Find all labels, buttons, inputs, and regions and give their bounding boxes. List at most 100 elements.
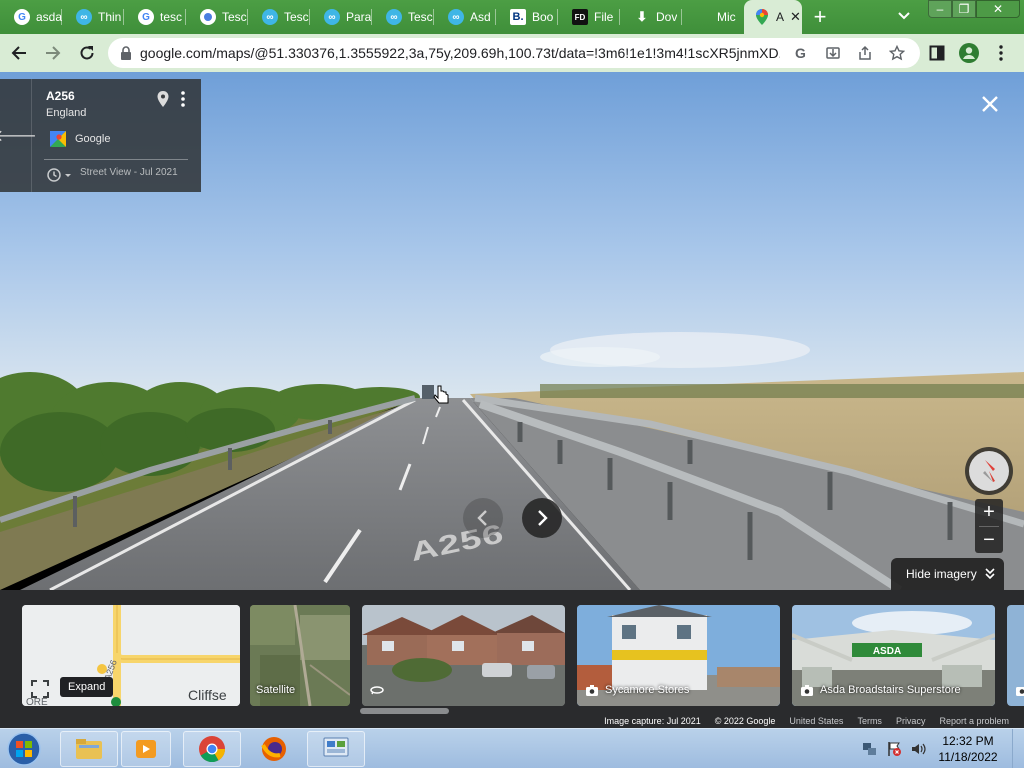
url-text: google.com/maps/@51.330376,1.3555922,3a,… — [140, 45, 780, 61]
install-icon[interactable] — [824, 44, 842, 62]
forward-button[interactable] — [38, 38, 68, 68]
asda-sign-text: ASDA — [873, 646, 901, 657]
reload-button[interactable] — [72, 38, 102, 68]
infinity-icon: ∞ — [76, 9, 92, 25]
bookmark-star-icon[interactable] — [888, 44, 906, 62]
tab-label: Para — [346, 10, 372, 24]
back-button[interactable] — [4, 38, 34, 68]
tab-label: Tesc — [222, 10, 247, 24]
hide-imagery-button[interactable]: Hide imagery — [891, 558, 1004, 590]
tab-6[interactable]: ∞ Para — [310, 0, 372, 34]
zoom-in-button[interactable]: + — [975, 499, 1003, 526]
tab-label: Tesc — [284, 10, 309, 24]
compass-button[interactable] — [965, 447, 1013, 495]
hide-imagery-label: Hide imagery — [906, 567, 977, 581]
satellite-label: Satellite — [256, 684, 296, 696]
new-tab-button[interactable]: + — [802, 0, 838, 34]
reload-icon — [80, 46, 94, 60]
camera-icon — [586, 685, 598, 696]
menu-kebab-icon[interactable] — [990, 42, 1012, 64]
back-arrow-icon: 🡐 — [0, 128, 37, 145]
chevron-right-icon — [538, 510, 548, 526]
location-pin-icon[interactable] — [156, 90, 170, 108]
sycamore-stores-thumbnail[interactable]: Sycamore Stores — [577, 605, 780, 706]
taskbar-firefox[interactable] — [245, 731, 303, 767]
map-town-label: Cliffse — [188, 687, 227, 703]
tab-8[interactable]: ∞ Asd — [434, 0, 496, 34]
windows-taskbar: 12:32 PM 11/18/2022 — [0, 728, 1024, 768]
tab-4[interactable]: Tesc — [186, 0, 248, 34]
tab-13-active[interactable]: A ✕ — [744, 0, 802, 34]
country-link[interactable]: United States — [789, 716, 843, 726]
tab-label: Mic — [717, 10, 736, 24]
maximize-button[interactable]: ❐ — [952, 0, 976, 18]
tab-label: Boo — [532, 10, 554, 24]
next-photo-button[interactable] — [522, 498, 562, 538]
tab-9[interactable]: B. Boo — [496, 0, 558, 34]
tab-11[interactable]: ⬇ Dov — [620, 0, 682, 34]
tab-5[interactable]: ∞ Tesc — [248, 0, 310, 34]
network-icon[interactable] — [862, 741, 878, 757]
expand-icon[interactable] — [30, 679, 50, 699]
report-problem-link[interactable]: Report a problem — [939, 716, 1009, 726]
system-clock[interactable]: 12:32 PM 11/18/2022 — [928, 733, 1008, 765]
infinity-icon: ∞ — [448, 9, 464, 25]
terms-link[interactable]: Terms — [857, 716, 882, 726]
minimize-button[interactable]: – — [928, 0, 952, 18]
tab-search-chevron-icon[interactable] — [892, 4, 916, 28]
close-street-view-icon[interactable] — [978, 92, 1002, 116]
action-center-flag-icon[interactable] — [886, 741, 902, 757]
provider-label: Google — [75, 133, 111, 145]
media-player-icon — [136, 740, 156, 758]
satellite-thumbnail[interactable]: Satellite — [250, 605, 350, 706]
start-button[interactable] — [4, 730, 44, 768]
map-thumbnail[interactable]: Cliffse A256 ORE Expand — [22, 605, 240, 706]
circle-blue-icon — [200, 9, 216, 25]
side-panel-icon[interactable] — [926, 42, 948, 64]
more-options-icon[interactable] — [181, 91, 185, 107]
photo-thumbnail-partial[interactable] — [1007, 605, 1024, 706]
lock-icon — [121, 46, 131, 60]
back-arrow-icon — [11, 46, 26, 60]
forward-arrow-icon — [46, 46, 61, 60]
tab-12[interactable]: Mic — [682, 0, 744, 34]
tab-strip: G asda ∞ Thin G tesc Tesc ∞ Tesc ∞ Para — [0, 0, 1024, 34]
asda-superstore-thumbnail[interactable]: ASDA Asda Broadstairs Superstore — [792, 605, 995, 706]
google-g-icon: G — [14, 9, 30, 25]
google-lens-g-icon[interactable]: G — [792, 44, 810, 62]
tab-label: File — [594, 10, 614, 24]
tab-label: Thin — [98, 10, 122, 24]
expand-tooltip: Expand — [60, 677, 114, 697]
share-icon[interactable] — [856, 44, 874, 62]
clock-time: 12:32 PM — [942, 734, 994, 748]
previous-photo-button[interactable] — [463, 498, 503, 538]
street-photo-thumbnail[interactable] — [362, 605, 565, 706]
asda-superstore-label: Asda Broadstairs Superstore — [820, 684, 961, 696]
zoom-out-button[interactable]: − — [975, 527, 1003, 554]
clock-date: 11/18/2022 — [938, 750, 998, 764]
show-desktop-button[interactable] — [1012, 729, 1024, 768]
volume-icon[interactable] — [910, 741, 926, 757]
profile-avatar-icon[interactable] — [958, 42, 980, 64]
microsoft-icon — [696, 10, 711, 25]
tab-7[interactable]: ∞ Tesc — [372, 0, 434, 34]
taskbar-control-panel[interactable] — [307, 731, 365, 767]
privacy-link[interactable]: Privacy — [896, 716, 926, 726]
close-tab-icon[interactable]: ✕ — [790, 9, 801, 25]
tab-1[interactable]: G asda — [0, 0, 62, 34]
tab-3[interactable]: G tesc — [124, 0, 186, 34]
maps-pin-icon — [754, 9, 770, 25]
zoom-controls: + − — [975, 499, 1003, 553]
taskbar-file-explorer[interactable] — [60, 731, 118, 767]
close-window-button[interactable]: ✕ — [976, 0, 1020, 18]
history-clock-icon[interactable] — [46, 167, 72, 183]
tab-label: tesc — [160, 10, 183, 24]
tab-2[interactable]: ∞ Thin — [62, 0, 124, 34]
street-view-info-card: 🡐 A256 England Google Street View - Jul … — [0, 79, 201, 192]
tab-label: Tesc — [408, 10, 433, 24]
tab-10[interactable]: FD File — [558, 0, 620, 34]
address-bar[interactable]: google.com/maps/@51.330376,1.3555922,3a,… — [108, 38, 920, 68]
taskbar-media-player[interactable] — [121, 731, 171, 767]
taskbar-chrome[interactable] — [183, 731, 241, 767]
back-to-map-button[interactable]: 🡐 — [0, 79, 37, 192]
